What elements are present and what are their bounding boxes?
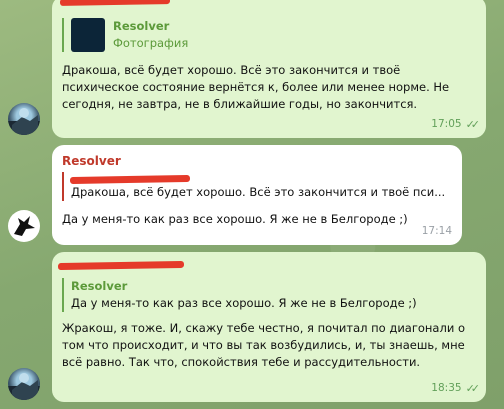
message-bubble-3[interactable]: Resolver Да у меня-то как раз все хорошо… [52,252,486,402]
avatar[interactable] [8,368,40,400]
message-time: 18:35 [431,382,462,394]
message-time: 17:05 [431,118,462,130]
redacted-author-name [69,174,191,185]
message-author: Resolver [62,154,121,168]
message-meta: 17:05 ✓✓ [431,116,481,133]
reply-preview[interactable]: Дракоша, всё будет хорошо. Всё это закон… [62,172,452,201]
reply-author: Resolver [113,19,170,33]
message-meta: 17:14 [422,223,452,240]
reply-text: Да у меня-то как раз все хорошо. Я же не… [71,296,417,310]
photo-thumbnail [71,18,105,52]
message-meta: 18:35 ✓✓ [431,380,481,397]
message-bubble-2[interactable]: Resolver Дракоша, всё будет хорошо. Всё … [52,145,462,245]
message-text: Дракоша, всё будет хорошо. Всё это закон… [62,63,450,111]
reply-preview[interactable]: Resolver Да у меня-то как раз все хорошо… [62,278,476,312]
message-time: 17:14 [421,225,452,237]
reply-subtitle: Фотография [113,36,189,50]
reply-preview[interactable]: Resolver Фотография [62,18,476,52]
redacted-author-name [57,260,185,271]
double-check-icon: ✓✓ [465,382,481,395]
reply-text: Дракоша, всё будет хорошо. Всё это закон… [71,185,446,199]
avatar[interactable] [8,210,40,242]
reply-author: Resolver [71,279,128,293]
avatar[interactable] [8,103,40,135]
redacted-author-name [59,0,171,6]
message-text: Да у меня-то как раз все хорошо. Я же не… [62,212,408,226]
double-check-icon: ✓✓ [465,118,481,131]
message-text: Жракош, я тоже. И, скажу тебе честно, я … [62,321,465,369]
message-bubble-1[interactable]: Resolver Фотография Дракоша, всё будет х… [52,0,486,138]
